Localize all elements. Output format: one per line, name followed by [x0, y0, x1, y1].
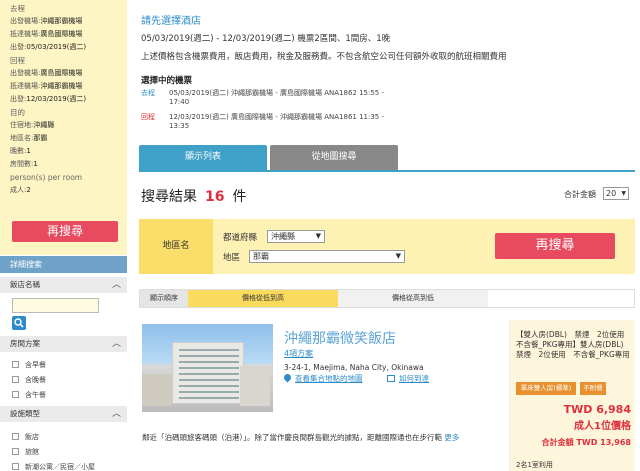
trip-detail-line: 出發機場:廣島國際機場 — [10, 69, 83, 77]
checkbox-apartment[interactable]: 新潮公寓／民宿／小屋 — [12, 462, 95, 471]
hotel-description: 鄰近「泊碼頭旅客碼頭（泊港）」。除了當作慶良間群島觀光的據點，距離國際通也在步行… — [142, 433, 460, 442]
trip-detail-line: 抵達機場:沖繩那霸機場 — [10, 82, 83, 90]
trip-detail-line: 房間數:1 — [10, 160, 38, 168]
return-label: 回程 — [141, 113, 155, 121]
prefecture-select[interactable]: 沖繩縣 ▼ — [267, 230, 325, 243]
room-occupancy: 2名1室利用 — [516, 461, 553, 469]
room-plan-panel: 【雙人房(DBL) 禁煙 2位使用 不含餐_PKG專用】雙人房(DBL) 禁煙 … — [509, 320, 635, 471]
checkbox-icon[interactable] — [12, 433, 19, 440]
search-icon — [14, 318, 24, 328]
trip-section-label: person(s) per room — [10, 173, 83, 182]
filter-title: 飯店名稱 — [10, 280, 40, 289]
per-page-select[interactable]: 20 ▼ — [603, 187, 629, 200]
checkbox-icon[interactable] — [12, 391, 19, 398]
trip-detail-line: 抵達機場:廣島國際機場 — [10, 30, 83, 38]
area-label: 地區名 — [139, 219, 213, 274]
select-hotel-heading: 請先選擇酒店 — [141, 16, 201, 27]
filter-hotel-name-header[interactable]: 飯店名稱 ︿ — [0, 277, 127, 293]
results-heading: 搜尋結果 16 件 — [141, 186, 246, 206]
hotel-name-input[interactable] — [12, 298, 99, 313]
trip-detail-line: 出發:05/03/2019(週二) — [10, 43, 87, 51]
return-flight-line2: 13:35 — [169, 122, 190, 130]
trip-section-label: 目的 — [10, 108, 25, 117]
hotel-plans-link[interactable]: 4項方案 — [284, 348, 313, 359]
tab-map-search[interactable]: 從地圖搜尋 — [270, 145, 398, 170]
sort-bar: 顯示順序 價格從低到高 價格從高到低 — [139, 289, 635, 308]
room-price: TWD 6,984 — [563, 403, 631, 416]
per-person-label: 成人1位價格 — [574, 421, 631, 432]
chevron-down-icon: ▼ — [621, 190, 626, 197]
trip-details: 去程出發機場:沖繩那霸機場 抵達機場:廣島國際機場 出發:05/03/2019(週二… — [10, 2, 121, 197]
checkbox-breakfast[interactable]: 含早餐 — [12, 360, 46, 370]
region-label: 地區 — [223, 253, 241, 263]
chevron-down-icon: ▼ — [395, 252, 401, 260]
checkbox-dinner[interactable]: 含晚餐 — [12, 375, 46, 385]
hotel-photo[interactable] — [142, 324, 273, 412]
sort-label: 顯示順序 — [140, 290, 188, 307]
access-link[interactable]: 如何到達 — [387, 373, 429, 384]
hotel-result-card: 沖繩那霸微笑飯店 4項方案 3-24-1, Maejima, Naha City… — [139, 320, 635, 471]
trip-summary-panel: 去程出發機場:沖繩那霸機場 抵達機場:廣島國際機場 出發:05/03/2019(週二… — [0, 0, 127, 255]
more-link[interactable]: 更多 — [444, 433, 459, 442]
filter-title: 設施類型 — [10, 409, 40, 418]
checkbox-ryokan[interactable]: 旅館 — [12, 447, 39, 457]
sort-price-desc[interactable]: 價格從高到低 — [338, 290, 488, 307]
external-link-icon — [387, 375, 395, 382]
trip-detail-line: 住宿地:沖繩縣 — [10, 121, 55, 129]
research-button[interactable]: 再搜尋 — [12, 221, 118, 242]
sidebar: 去程出發機場:沖繩那霸機場 抵達機場:廣島國際機場 出發:05/03/2019(週二… — [0, 0, 127, 471]
prefecture-label: 都道府縣 — [223, 233, 258, 243]
trip-section-label: 回程 — [10, 56, 25, 65]
checkbox-icon[interactable] — [12, 448, 19, 455]
hotel-address: 3-24-1, Maejima, Naha City, Okinawa — [284, 363, 424, 372]
sort-price-asc[interactable]: 價格從低到高 — [188, 290, 338, 307]
checkbox-lunch[interactable]: 含午餐 — [12, 390, 46, 400]
tab-list-view[interactable]: 顯示列表 — [139, 145, 267, 170]
trip-detail-line: 出發機場:沖繩那霸機場 — [10, 17, 83, 25]
outbound-flight-line1: 05/03/2019(週二) 沖繩那霸機場 - 廣島國際機場 ANA1862 1… — [169, 89, 385, 97]
filter-title: 房間方案 — [10, 339, 40, 348]
region-select[interactable]: 那霸 ▼ — [249, 250, 405, 263]
outbound-flight-line2: 17:40 — [169, 98, 190, 106]
chevron-up-icon: ︿ — [111, 409, 121, 419]
meal-badge: 不附餐 — [580, 382, 606, 395]
trip-detail-line: 出發:12/03/2019(週二) — [10, 95, 87, 103]
results-label: 搜尋結果 — [141, 189, 197, 205]
results-unit: 件 — [232, 189, 247, 205]
main-content: 請先選擇酒店 05/03/2019(週二) - 12/03/2019(週二) 機… — [127, 0, 640, 471]
map-pin-icon — [282, 372, 293, 383]
hotel-name[interactable]: 沖繩那霸微笑飯店 — [284, 328, 396, 348]
filter-room-plan-header[interactable]: 房間方案 ︿ — [0, 336, 127, 352]
return-flight-line1: 12/03/2019(週二) 廣島國際機場 - 沖繩那霸機場 ANA1861 1… — [169, 113, 385, 121]
room-description: 【雙人房(DBL) 禁煙 2位使用 不含餐_PKG專用】雙人房(DBL) 禁煙 … — [516, 330, 632, 359]
detail-search-header: 詳細搜索 — [0, 256, 127, 273]
checkbox-icon[interactable] — [12, 376, 19, 383]
area-search-panel: 地區名 都道府縣 沖繩縣 ▼ 地區 那霸 ▼ 再搜尋 — [139, 219, 635, 274]
total-price-label: 合計金額 — [564, 190, 596, 199]
checkbox-icon[interactable] — [12, 361, 19, 368]
checkbox-icon[interactable] — [12, 463, 19, 470]
outbound-label: 去程 — [141, 89, 155, 97]
filter-facility-type-header[interactable]: 設施類型 ︿ — [0, 406, 127, 422]
room-type-badge: 單床雙人房(標準) — [516, 382, 576, 395]
results-count: 16 — [205, 189, 225, 205]
search-again-button[interactable]: 再搜尋 — [495, 233, 615, 259]
tab-underline — [139, 170, 635, 172]
map-link[interactable]: 查看集合地點的地圖 — [282, 372, 363, 384]
chevron-up-icon: ︿ — [111, 339, 121, 349]
price-notice: 上述價格包含機票費用，飯店費用，稅金及服務費。不包含航空公司任何額外收取的航班相… — [141, 52, 507, 62]
trip-summary-text: 05/03/2019(週二) - 12/03/2019(週二) 機票2區間、1間… — [141, 34, 391, 44]
selected-flights-title: 選擇中的機票 — [141, 76, 193, 86]
chevron-down-icon: ▼ — [315, 232, 321, 240]
chevron-up-icon: ︿ — [111, 280, 121, 290]
trip-detail-line: 晚數:1 — [10, 147, 31, 155]
checkbox-hotel[interactable]: 飯店 — [12, 432, 39, 442]
search-icon-button[interactable] — [12, 316, 26, 330]
trip-detail-line: 成人:2 — [10, 186, 31, 194]
trip-section-label: 去程 — [10, 4, 25, 13]
trip-detail-line: 地區名:那霸 — [10, 134, 48, 142]
total-price: 合計金額 TWD 13,968 — [541, 438, 631, 447]
